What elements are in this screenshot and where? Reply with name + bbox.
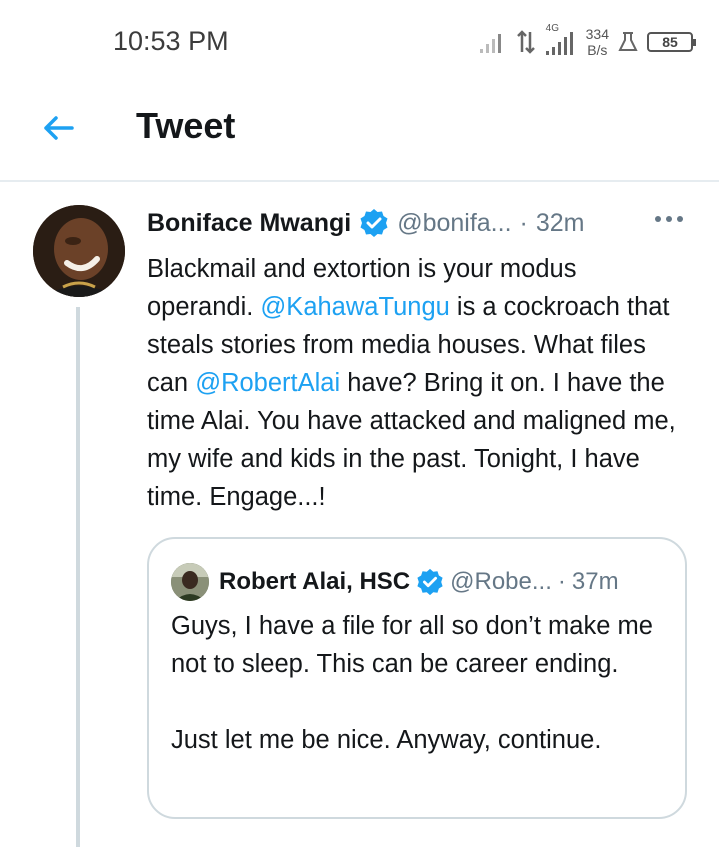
verified-badge-icon [417,568,443,596]
status-icons: 4G 334 B/s 85 [478,22,696,62]
signal-weak-icon [479,34,501,53]
quoted-author-name: Robert Alai, HSC [219,568,411,595]
data-transfer-icon [516,30,535,54]
author-avatar[interactable] [33,205,125,297]
quoted-tweet[interactable]: Robert Alai, HSC @Robe... · 37m Guys, I … [147,537,687,819]
flask-icon [618,32,638,51]
quoted-author-avatar [171,563,209,601]
quoted-author-handle: @Robe... [450,568,552,595]
battery-icon: 85 [647,32,696,52]
status-bar: 10:53 PM 4G 334 B/s 85 [0,0,719,80]
thread-line [76,307,80,847]
net-speed-unit: B/s [587,42,608,58]
quoted-paragraph-2: Just let me be nice. Anyway, continue. [171,726,602,754]
author-handle[interactable]: @bonifa... [397,209,511,238]
verified-badge-icon [360,209,388,237]
mention-link[interactable]: @RobertAlai [195,369,340,397]
net-speed: 334 B/s [586,26,609,58]
more-options-icon[interactable] [655,216,683,222]
tweet-text: Blackmail and extortion is your modus op… [147,250,687,516]
quoted-tweet-time: 37m [571,568,619,595]
tweet-header: Boniface Mwangi @bonifa... · 32m [147,203,585,243]
quoted-tweet-header: Robert Alai, HSC @Robe... · 37m [219,563,619,601]
signal-4g: 4G [544,23,578,57]
quoted-tweet-text: Guys, I have a file for all so don’t mak… [171,607,671,759]
quoted-paragraph-1: Guys, I have a file for all so don’t mak… [171,612,653,678]
time-separator: · [519,208,528,237]
quoted-avatar-image [171,563,209,601]
back-arrow-icon[interactable] [40,110,76,146]
tweet-time[interactable]: 32m [536,209,585,238]
net-speed-value: 334 [585,26,609,42]
page-title: Tweet [136,105,236,146]
signal-strong-icon [545,32,573,55]
battery-level: 85 [662,34,678,50]
mention-link[interactable]: @KahawaTungu [260,293,449,321]
author-name[interactable]: Boniface Mwangi [147,209,351,238]
header: Tweet [0,80,719,182]
avatar-image [33,205,125,297]
quoted-time-separator: · [557,568,566,595]
status-time: 10:53 PM [113,26,229,56]
